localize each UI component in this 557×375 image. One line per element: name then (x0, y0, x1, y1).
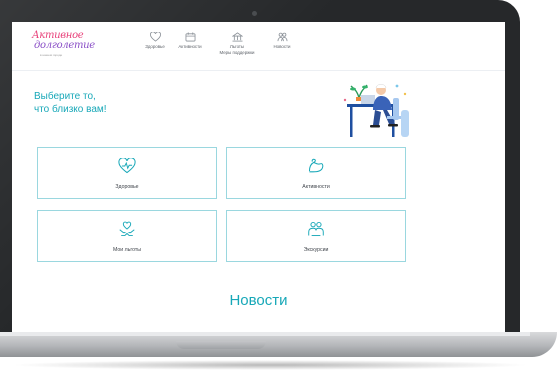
people-icon (277, 32, 287, 42)
site-logo[interactable]: Активное долголетие в нашем городе (32, 31, 95, 61)
nav-label-news: Новости (273, 44, 291, 49)
webcam (252, 11, 257, 16)
category-card-label: Мои льготы (113, 247, 141, 253)
heart-icon (149, 32, 161, 42)
category-card-excursions[interactable]: Экскурсии (226, 210, 406, 262)
heart-pulse-icon (118, 158, 136, 174)
nav-label-activities: Активности (178, 44, 202, 49)
laptop-opening-notch (176, 341, 266, 349)
category-card-label: Экскурсии (303, 247, 329, 253)
building-icon (231, 32, 243, 42)
hero-title-line-2: что близко вам! (34, 104, 107, 115)
news-heading: Новости (229, 292, 288, 309)
category-card-activities[interactable]: Активности (226, 147, 406, 199)
nav-label-health: Здоровье (145, 44, 165, 49)
nav-item-health[interactable]: Здоровье (142, 32, 168, 50)
logo-subtitle: в нашем городе (40, 53, 63, 57)
hero-title: Выберите то, что близко вам! (34, 90, 214, 116)
laptop-base-edge (0, 332, 530, 336)
laptop-shadow (10, 360, 530, 370)
nav-sublabel-support: Меры поддержки (219, 49, 255, 55)
laptop-screen: Активное долголетие в нашем городе Здоро… (12, 22, 505, 332)
hands-heart-icon (119, 221, 135, 237)
calendar-icon (185, 32, 195, 42)
site-header: Активное долголетие в нашем городе Здоро… (12, 22, 505, 71)
category-card-label: Здоровье (115, 184, 139, 190)
strength-arm-icon (308, 158, 324, 173)
nav-item-news[interactable]: Новости (268, 32, 296, 50)
elderly-man-illustration (337, 80, 412, 138)
logo-line-2: долголетие (34, 40, 95, 51)
nav-item-activities[interactable]: Активности (174, 32, 206, 50)
hero-title-line-1: Выберите то, (34, 91, 96, 102)
category-card-label: Активности (302, 184, 330, 190)
category-card-benefits[interactable]: Мои льготы (37, 210, 217, 262)
category-card-health[interactable]: Здоровье (37, 147, 217, 199)
nav-item-benefits[interactable]: Льготы Меры поддержки (218, 32, 256, 55)
group-people-icon (308, 221, 324, 237)
